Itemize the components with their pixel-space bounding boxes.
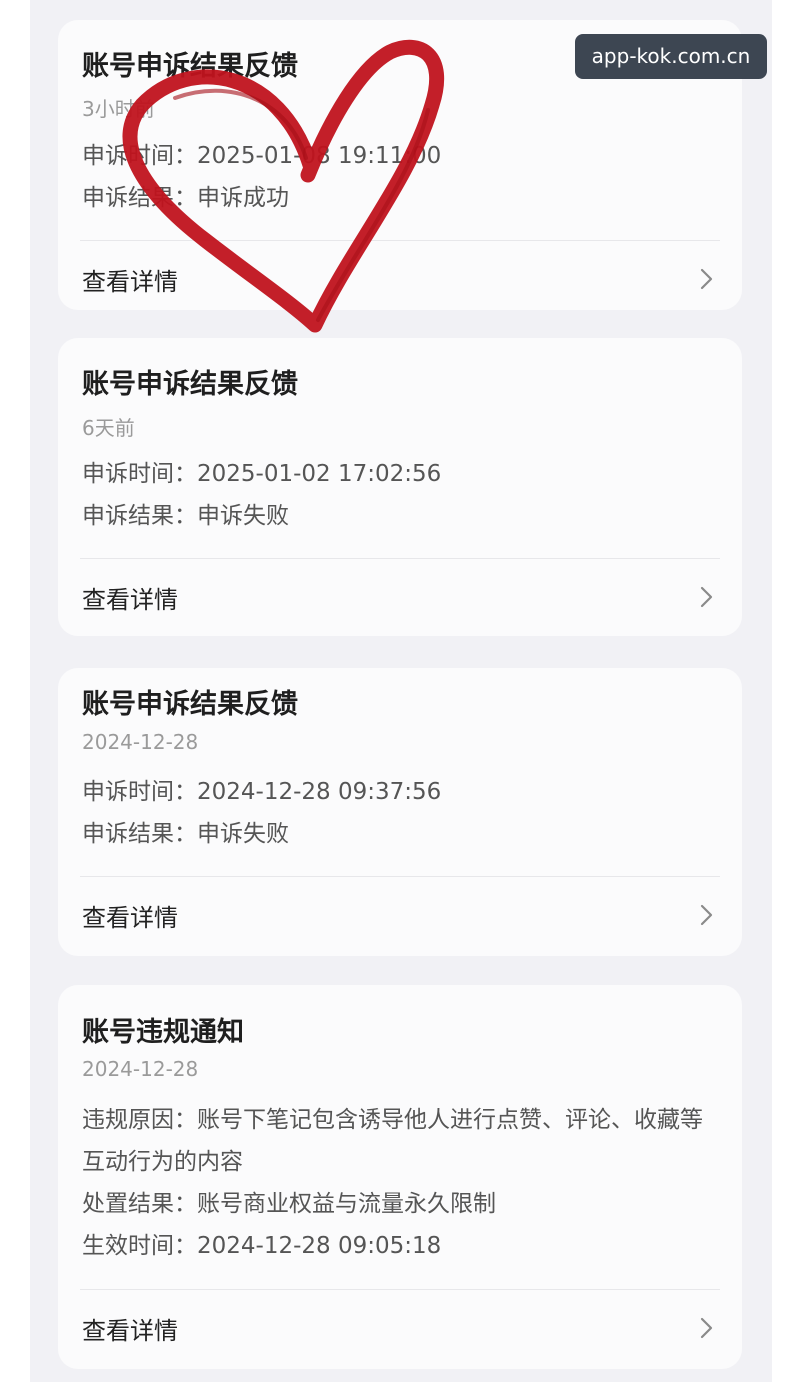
notification-title: 账号申诉结果反馈 [82, 689, 298, 720]
view-details-button[interactable]: 查看详情 [58, 560, 742, 634]
appeal-time: 申诉时间：2025-01-02 17:02:56 [82, 461, 442, 487]
chevron-right-icon [700, 1317, 713, 1339]
chevron-right-icon [700, 268, 713, 290]
notification-card-appeal-3: 账号申诉结果反馈 2024-12-28 申诉时间：2024-12-28 09:3… [58, 668, 742, 956]
appeal-time: 申诉时间：2024-12-28 09:37:56 [82, 779, 442, 805]
view-details-label: 查看详情 [82, 586, 178, 614]
violation-reason: 违规原因：账号下笔记包含诱导他人进行点赞、评论、收藏等互动行为的内容 [82, 1107, 703, 1175]
view-details-button[interactable]: 查看详情 [58, 242, 742, 316]
view-details-button[interactable]: 查看详情 [58, 1291, 742, 1365]
card-divider [80, 558, 720, 559]
chevron-right-icon [700, 586, 713, 608]
appeal-time: 申诉时间：2025-01-08 19:11:00 [82, 143, 442, 169]
view-details-label: 查看详情 [82, 1317, 178, 1345]
effective-time: 生效时间：2024-12-28 09:05:18 [82, 1233, 442, 1259]
notification-time: 3小时前 [82, 97, 155, 121]
view-details-label: 查看详情 [82, 904, 178, 932]
card-divider [80, 1289, 720, 1290]
card-divider [80, 876, 720, 877]
view-details-button[interactable]: 查看详情 [58, 878, 742, 952]
notification-card-violation: 账号违规通知 2024-12-28 违规原因：账号下笔记包含诱导他人进行点赞、评… [58, 985, 742, 1369]
appeal-result: 申诉结果：申诉失败 [82, 821, 289, 847]
notification-time: 2024-12-28 [82, 1057, 199, 1081]
notification-title: 账号违规通知 [82, 1017, 244, 1048]
view-details-label: 查看详情 [82, 268, 178, 296]
penalty-result: 处置结果：账号商业权益与流量永久限制 [82, 1191, 496, 1217]
watermark-badge: app-kok.com.cn [575, 34, 767, 79]
chevron-right-icon [700, 904, 713, 926]
notification-time: 6天前 [82, 416, 135, 440]
appeal-result: 申诉结果：申诉成功 [82, 185, 289, 211]
appeal-result: 申诉结果：申诉失败 [82, 503, 289, 529]
notification-title: 账号申诉结果反馈 [82, 51, 298, 82]
notification-time: 2024-12-28 [82, 730, 199, 754]
notification-title: 账号申诉结果反馈 [82, 369, 298, 400]
card-divider [80, 240, 720, 241]
notification-card-appeal-2: 账号申诉结果反馈 6天前 申诉时间：2025-01-02 17:02:56 申诉… [58, 338, 742, 636]
